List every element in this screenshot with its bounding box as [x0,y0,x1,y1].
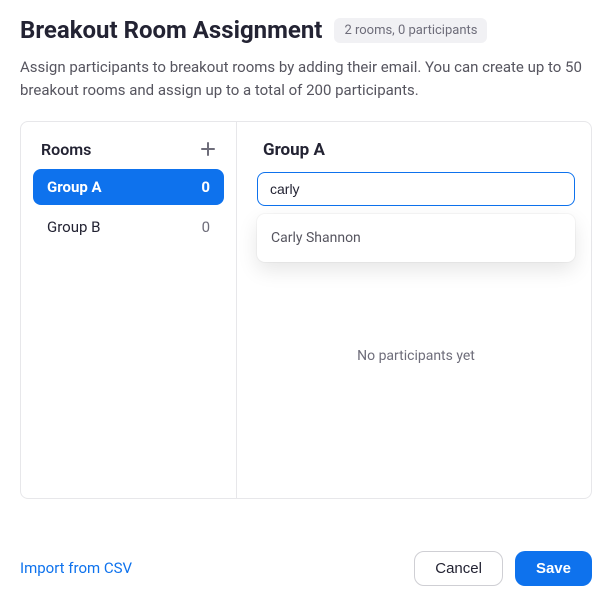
rooms-heading: Rooms [41,140,91,159]
room-item-group-a[interactable]: Group A 0 [33,169,224,205]
room-item-label: Group A [47,178,102,196]
detail-column: Group A Carly Shannon No participants ye… [237,122,591,498]
suggestion-item[interactable]: Carly Shannon [257,220,575,256]
room-summary-pill: 2 rooms, 0 participants [334,18,487,43]
room-item-label: Group B [47,218,100,236]
rooms-column: Rooms Group A 0 Group B 0 [21,122,237,498]
assignment-panel: Rooms Group A 0 Group B 0 Group A Carly … [20,121,592,499]
description-text: Assign participants to breakout rooms by… [20,56,592,103]
page-title: Breakout Room Assignment [20,16,322,44]
save-button[interactable]: Save [515,551,592,586]
room-item-count: 0 [201,178,210,196]
import-csv-link[interactable]: Import from CSV [20,559,132,577]
empty-participants-text: No participants yet [257,226,575,486]
room-item-group-b[interactable]: Group B 0 [33,209,224,245]
suggestion-dropdown: Carly Shannon [257,214,575,262]
cancel-button[interactable]: Cancel [414,551,503,586]
plus-icon [200,141,216,157]
add-room-button[interactable] [200,141,216,157]
room-item-count: 0 [202,218,210,236]
participant-search-input[interactable] [257,172,575,206]
detail-title: Group A [257,140,575,160]
